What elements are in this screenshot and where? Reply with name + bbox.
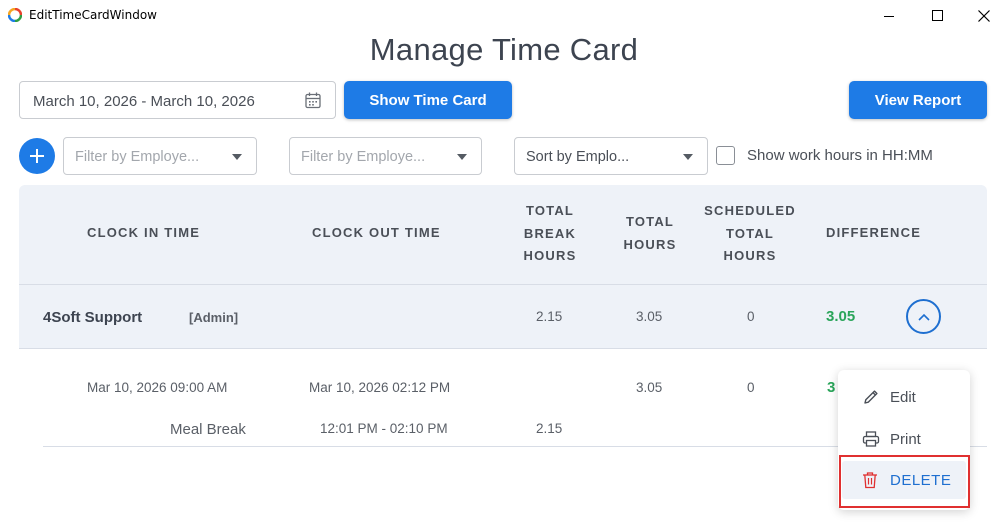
col-header-total-break-hours: TOTAL BREAK HOURS [509, 200, 591, 268]
employee-role: [Admin] [189, 310, 239, 325]
page-title: Manage Time Card [369, 32, 639, 67]
employee-filter-select-1[interactable]: Filter by Employe... [63, 137, 257, 175]
col-header-sched-line-3: HOURS [723, 248, 777, 263]
plus-icon [30, 149, 44, 163]
menu-item-edit[interactable]: Edit [838, 378, 970, 416]
col-header-scheduled-total-hours: SCHEDULED TOTAL HOURS [700, 200, 800, 268]
chevron-down-icon [683, 154, 693, 160]
chevron-down-icon [232, 154, 242, 160]
entry-difference: 3 [827, 379, 836, 396]
sort-select[interactable]: Sort by Emplo... [514, 137, 708, 175]
break-range: 12:01 PM - 02:10 PM [320, 421, 448, 436]
hhmm-checkbox-label[interactable]: Show work hours in HH:MM [747, 147, 933, 164]
col-header-total-line-1: TOTAL [625, 214, 675, 229]
menu-item-print[interactable]: Print [838, 420, 970, 458]
minimize-icon [884, 15, 894, 17]
table-header: CLOCK IN TIME CLOCK OUT TIME TOTAL BREAK… [19, 185, 987, 284]
col-header-clock-in: CLOCK IN TIME [87, 225, 201, 240]
close-button[interactable] [961, 0, 1007, 31]
app-logo-icon [8, 8, 22, 22]
window-titlebar: EditTimeCardWindow [0, 0, 1008, 31]
printer-icon [862, 431, 880, 447]
col-header-break-line-3: HOURS [523, 248, 577, 263]
employee-group-row[interactable]: 4Soft Support [Admin] 2.15 3.05 0 3.05 [19, 284, 987, 349]
col-header-total-hours: TOTAL HOURS [609, 211, 691, 256]
col-header-total-line-2: HOURS [623, 236, 677, 252]
col-header-break-line-1: TOTAL [525, 203, 575, 218]
break-label: Meal Break [170, 421, 246, 438]
chevron-down-icon [457, 154, 467, 160]
entry-total-hours: 3.05 [636, 380, 663, 395]
menu-item-edit-label: Edit [890, 389, 916, 406]
hhmm-checkbox[interactable] [716, 146, 735, 165]
group-break-hours: 2.15 [536, 309, 563, 324]
col-header-sched-line-2: TOTAL [725, 225, 775, 241]
employee-filter-placeholder-2: Filter by Employe... [301, 149, 426, 165]
col-header-clock-out: CLOCK OUT TIME [312, 225, 441, 240]
break-hours: 2.15 [536, 421, 563, 436]
group-scheduled-hours: 0 [747, 309, 755, 324]
employee-name: 4Soft Support [43, 309, 143, 326]
collapse-button[interactable] [906, 299, 941, 334]
calendar-icon[interactable] [305, 92, 321, 109]
add-time-card-button[interactable] [19, 138, 55, 174]
menu-item-print-label: Print [890, 431, 921, 448]
entry-clock-in: Mar 10, 2026 09:00 AM [87, 380, 228, 395]
close-icon [978, 9, 990, 22]
col-header-difference: DIFFERENCE [826, 225, 922, 240]
delete-highlight-box [839, 455, 970, 508]
pencil-icon [864, 390, 878, 404]
sort-select-value: Sort by Emplo... [526, 149, 630, 165]
col-header-sched-line-1: SCHEDULED [704, 203, 796, 218]
maximize-button[interactable] [914, 0, 960, 31]
employee-filter-select-2[interactable]: Filter by Employe... [289, 137, 482, 175]
col-header-break-line-2: BREAK [523, 225, 577, 241]
chevron-up-icon [917, 313, 930, 321]
date-range-picker[interactable]: March 10, 2026 - March 10, 2026 [19, 81, 336, 119]
group-total-hours: 3.05 [636, 309, 663, 324]
minimize-button[interactable] [866, 0, 912, 31]
window-title: EditTimeCardWindow [29, 8, 157, 22]
date-range-value: March 10, 2026 - March 10, 2026 [33, 93, 255, 110]
entry-clock-out: Mar 10, 2026 02:12 PM [309, 380, 451, 395]
view-report-button[interactable]: View Report [849, 81, 987, 119]
show-time-card-button[interactable]: Show Time Card [344, 81, 512, 119]
group-difference: 3.05 [826, 308, 856, 325]
employee-filter-placeholder-1: Filter by Employe... [75, 149, 200, 165]
maximize-icon [931, 10, 943, 21]
entry-scheduled-hours: 0 [747, 380, 755, 395]
